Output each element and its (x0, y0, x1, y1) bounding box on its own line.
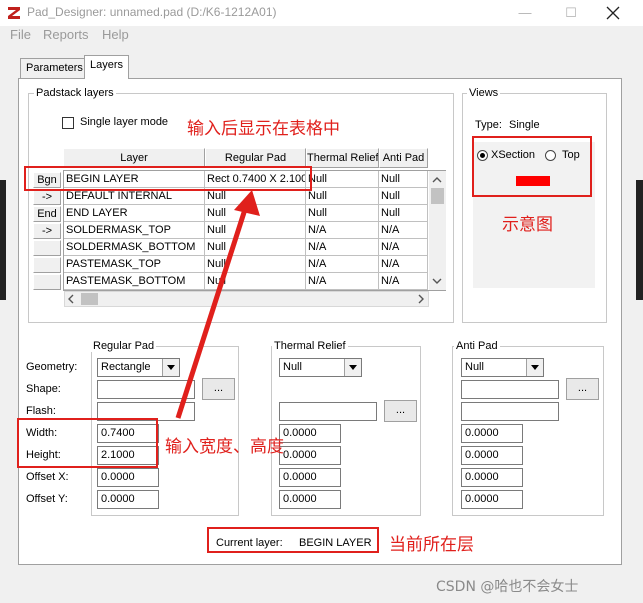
views-type-value: Single (509, 119, 540, 131)
anti-shape-field[interactable] (461, 380, 559, 399)
cell-thermal-relief[interactable]: N/A (306, 273, 379, 290)
menu-reports[interactable]: Reports (43, 27, 89, 42)
regular-pad-title: Regular Pad (91, 340, 157, 352)
background-window-edge (0, 180, 6, 300)
row-button-soldermask-bottom[interactable] (33, 240, 61, 256)
scroll-right-icon[interactable] (417, 294, 425, 304)
menu-bar (0, 26, 643, 46)
regular-offset-y-input[interactable]: 0.0000 (97, 490, 159, 509)
chevron-down-icon[interactable] (526, 359, 543, 376)
menu-file[interactable]: File (10, 27, 31, 42)
cell-anti-pad[interactable]: Null (379, 205, 428, 222)
annotation-box-current-layer (207, 527, 379, 553)
close-icon[interactable] (606, 6, 620, 20)
cell-anti-pad[interactable]: Null (379, 171, 428, 188)
cell-anti-pad[interactable]: N/A (379, 222, 428, 239)
offset-y-label: Offset Y: (26, 493, 68, 505)
flash-label: Flash: (26, 405, 56, 417)
csdn-watermark: CSDN @哈也不会女士 (436, 579, 579, 595)
column-header-anti-pad[interactable]: Anti Pad (379, 148, 428, 168)
scroll-down-icon[interactable] (432, 278, 442, 285)
thermal-browse-button[interactable]: ... (384, 400, 417, 422)
row-button-pastemask-top[interactable] (33, 257, 61, 273)
thermal-geometry-value: Null (283, 361, 302, 373)
padstack-layers-title: Padstack layers (34, 87, 116, 99)
column-header-layer[interactable]: Layer (63, 148, 205, 168)
annotation-layer-note: 当前所在层 (389, 535, 474, 555)
anti-geometry-value: Null (465, 361, 484, 373)
chevron-down-icon[interactable] (344, 359, 361, 376)
row-button-pastemask-bottom[interactable] (33, 274, 61, 290)
anti-width-input[interactable]: 0.0000 (461, 424, 523, 443)
annotation-box-size (17, 418, 158, 468)
cell-thermal-relief[interactable]: N/A (306, 256, 379, 273)
anti-offset-y-input[interactable]: 0.0000 (461, 490, 523, 509)
views-type-label: Type: (475, 119, 502, 131)
tab-layers[interactable]: Layers (84, 55, 130, 79)
thermal-flash-field[interactable] (279, 402, 377, 421)
minimize-button[interactable]: — (502, 0, 548, 26)
app-logo-icon (8, 7, 20, 19)
anti-browse-button[interactable]: ... (566, 378, 599, 400)
single-layer-mode-label: Single layer mode (80, 116, 169, 128)
regular-offset-x-input[interactable]: 0.0000 (97, 468, 159, 487)
geometry-label: Geometry: (26, 361, 78, 373)
tab-parameters[interactable]: Parameters (20, 58, 89, 78)
regular-geometry-value: Rectangle (101, 361, 151, 373)
cell-anti-pad[interactable]: N/A (379, 256, 428, 273)
background-window-edge (636, 180, 643, 300)
annotation-box-views (472, 136, 592, 197)
maximize-button[interactable]: ☐ (548, 0, 594, 26)
cell-thermal-relief[interactable]: Null (306, 188, 379, 205)
row-button-default-internal[interactable]: -> (33, 189, 61, 205)
scrollbar-thumb[interactable] (431, 188, 444, 204)
cell-thermal-relief[interactable]: N/A (306, 239, 379, 256)
thermal-height-input[interactable]: 0.0000 (279, 446, 341, 465)
annotation-table-note: 输入后显示在表格中 (187, 119, 340, 139)
row-button-end[interactable]: End (33, 206, 61, 222)
cell-anti-pad[interactable]: Null (379, 188, 428, 205)
anti-flash-field[interactable] (461, 402, 559, 421)
annotation-diagram-note: 示意图 (502, 215, 553, 235)
thermal-relief-title: Thermal Relief (272, 340, 348, 352)
cell-thermal-relief[interactable]: N/A (306, 222, 379, 239)
column-header-thermal-relief[interactable]: Thermal Relief (306, 148, 379, 168)
shape-label: Shape: (26, 383, 61, 395)
anti-offset-x-input[interactable]: 0.0000 (461, 468, 523, 487)
anti-geometry-select[interactable]: Null (461, 358, 544, 377)
thermal-geometry-select[interactable]: Null (279, 358, 362, 377)
annotation-arrow-icon (175, 190, 260, 419)
cell-thermal-relief[interactable]: Null (306, 205, 379, 222)
window-title: Pad_Designer: unnamed.pad (D:/K6-1212A01… (27, 5, 277, 19)
views-title: Views (467, 87, 501, 99)
scroll-left-icon[interactable] (67, 294, 75, 304)
anti-pad-title: Anti Pad (454, 340, 500, 352)
thermal-offset-x-input[interactable]: 0.0000 (279, 468, 341, 487)
cell-thermal-relief[interactable]: Null (306, 171, 379, 188)
anti-height-input[interactable]: 0.0000 (461, 446, 523, 465)
cell-anti-pad[interactable]: N/A (379, 239, 428, 256)
row-button-soldermask-top[interactable]: -> (33, 223, 61, 239)
thermal-offset-y-input[interactable]: 0.0000 (279, 490, 341, 509)
single-layer-mode-checkbox[interactable] (62, 117, 74, 129)
scroll-up-icon[interactable] (432, 176, 442, 183)
thermal-width-input[interactable]: 0.0000 (279, 424, 341, 443)
cell-anti-pad[interactable]: N/A (379, 273, 428, 290)
menu-help[interactable]: Help (102, 27, 129, 42)
annotation-size-note: 输入宽度、高度 (165, 437, 284, 457)
column-header-regular-pad[interactable]: Regular Pad (205, 148, 306, 168)
offset-x-label: Offset X: (26, 471, 69, 483)
hscroll-thumb[interactable] (81, 293, 98, 305)
